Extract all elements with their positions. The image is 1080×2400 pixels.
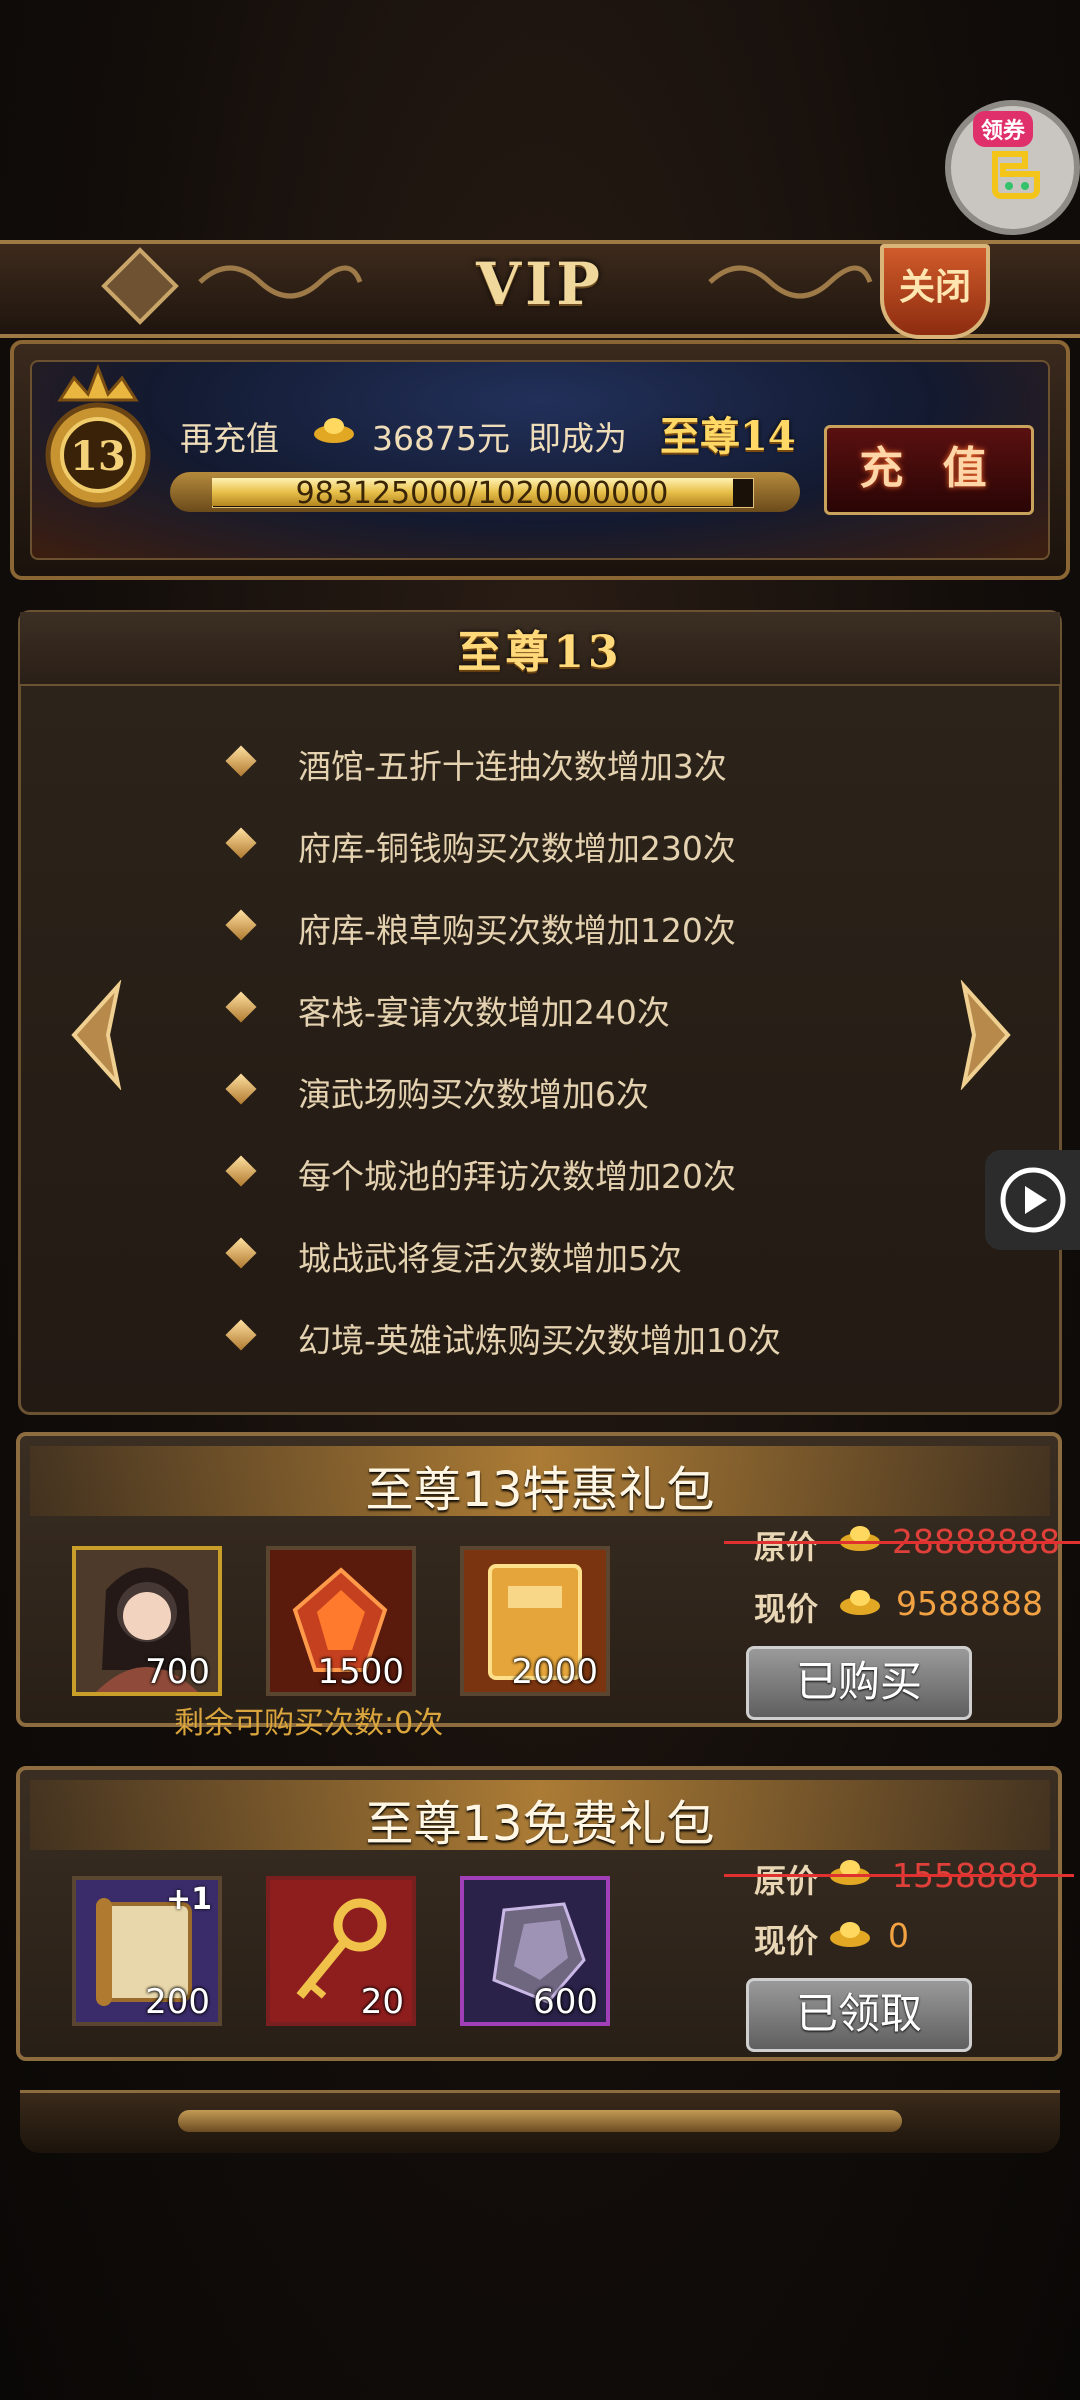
privilege-item: 幻境-英雄试炼购买次数增加10次 — [298, 1321, 781, 1360]
play-icon — [1000, 1167, 1066, 1233]
privilege-item: 城战武将复活次数增加5次 — [298, 1239, 682, 1278]
recharge-suffix: 即成为 — [528, 419, 627, 458]
privilege-item: 酒馆-五折十连抽次数增加3次 — [298, 747, 727, 786]
current-price: 9588888 — [896, 1584, 1043, 1623]
recharge-amount: 36875元 — [372, 419, 510, 458]
special-pack-title: 至尊13特惠礼包 — [365, 1462, 715, 1518]
gold-ingot-icon — [830, 1860, 870, 1885]
privilege-item: 府库-铜钱购买次数增加230次 — [298, 829, 736, 868]
bottom-scroll-ornament — [178, 2110, 902, 2132]
claimed-button[interactable]: 已领取 — [746, 1978, 972, 2052]
item-count: 700 — [145, 1652, 210, 1692]
item-count: 2000 — [511, 1652, 598, 1692]
previous-arrow-icon[interactable] — [62, 980, 128, 1090]
privilege-item: 府库-粮草购买次数增加120次 — [298, 911, 736, 950]
item-slot[interactable]: 600 — [460, 1876, 610, 2026]
item-slot[interactable]: 1500 — [266, 1546, 416, 1696]
coupon-tag: 领券 — [973, 111, 1034, 147]
item-bonus-badge: +1 — [165, 1882, 212, 1917]
item-count: 1500 — [317, 1652, 404, 1692]
privilege-item: 客栈-宴请次数增加240次 — [298, 993, 670, 1032]
item-count: 20 — [360, 1982, 404, 2022]
privilege-item: 演武场购买次数增加6次 — [298, 1075, 649, 1114]
strikethrough-line — [724, 1874, 1074, 1877]
item-slot[interactable]: 2000 — [460, 1546, 610, 1696]
current-price: 0 — [888, 1916, 909, 1955]
gold-ingot-icon — [830, 1922, 870, 1947]
recharge-prefix: 再充值 — [180, 419, 279, 458]
current-price-label: 现价 — [754, 1922, 819, 1960]
header-right-ornament — [708, 265, 873, 299]
item-slot[interactable]: +1 200 — [72, 1876, 222, 2026]
video-play-button[interactable] — [985, 1150, 1080, 1250]
privileges-title: 至尊13 — [457, 627, 623, 678]
next-vip-level: 至尊14 — [660, 413, 796, 460]
item-slot[interactable]: 20 — [266, 1876, 416, 2026]
item-count: 200 — [145, 1982, 210, 2022]
item-slot[interactable]: 700 — [72, 1546, 222, 1696]
header-left-ornament — [198, 265, 363, 299]
gamepad-icon — [992, 151, 1040, 199]
close-button[interactable]: 关闭 — [880, 244, 990, 339]
recharge-button[interactable]: 充 值 — [824, 425, 1034, 515]
item-count: 600 — [533, 1982, 598, 2022]
remaining-purchases: 剩余可购买次数:0次 — [174, 1706, 444, 1741]
privilege-item: 每个城池的拜访次数增加20次 — [298, 1157, 736, 1196]
strikethrough-line — [724, 1541, 1080, 1544]
vip-title: VIP — [476, 250, 604, 318]
free-pack-title: 至尊13免费礼包 — [365, 1796, 715, 1852]
vip-level-badge: 13 — [45, 363, 151, 508]
header-diamond-ornament — [101, 247, 179, 325]
gold-ingot-icon — [314, 418, 354, 443]
current-price-label: 现价 — [754, 1590, 819, 1628]
coupon-button[interactable]: 领券 — [945, 100, 1080, 235]
gold-ingot-icon — [840, 1526, 880, 1551]
progress-text: 983125000/1020000000 — [295, 476, 669, 511]
original-price-label: 原价 — [754, 1528, 819, 1566]
purchased-button[interactable]: 已购买 — [746, 1646, 972, 1720]
vip-level-number: 13 — [70, 433, 126, 480]
gold-ingot-icon — [840, 1590, 880, 1615]
original-price-label: 原价 — [754, 1862, 819, 1900]
next-arrow-icon[interactable] — [954, 980, 1020, 1090]
